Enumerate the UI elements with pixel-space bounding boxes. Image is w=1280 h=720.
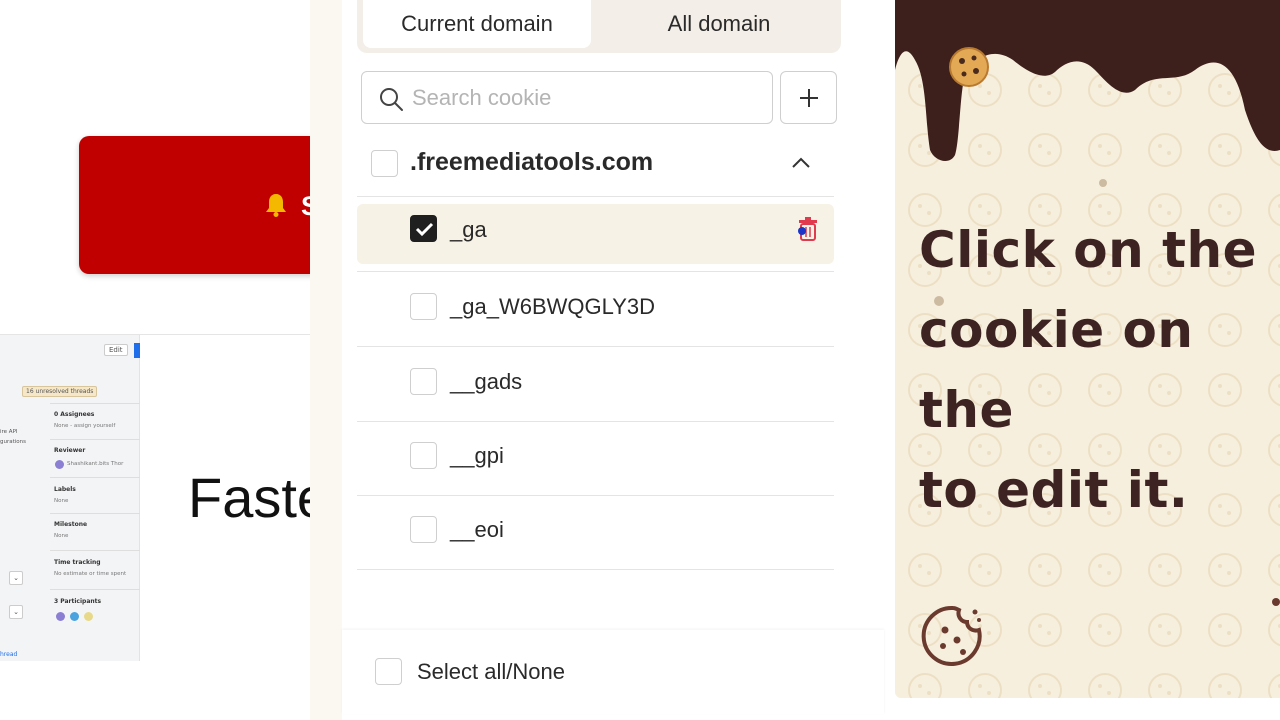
help-message-line: Click on the xyxy=(919,221,1258,279)
cookie-row[interactable]: __gpi xyxy=(357,421,834,496)
screenshot-mock-ui: Edit 16 unresolved threads 0 Assignees N… xyxy=(0,335,140,661)
cookie-name: __gpi xyxy=(450,443,504,468)
bell-icon xyxy=(266,194,286,217)
search-box xyxy=(361,71,773,124)
cookie-name: _ga_W6BWQGLY3D xyxy=(450,294,656,319)
subscribe-button[interactable]: Subscr xyxy=(79,136,310,274)
cookie-checkbox[interactable] xyxy=(410,368,437,395)
cookie-name: _ga xyxy=(450,217,487,242)
mock-participants-label: 3 Participants xyxy=(54,598,102,605)
popup-footer: Select all/None xyxy=(342,630,884,714)
background-web-page: Subscr Edit 16 unresolved threads 0 Assi… xyxy=(0,0,310,720)
help-message-line: cookie on the xyxy=(919,301,1194,439)
video-thumbnail[interactable]: Edit 16 unresolved threads 0 Assignees N… xyxy=(0,334,310,661)
add-cookie-button[interactable] xyxy=(780,71,837,124)
cookie-row[interactable]: _ga xyxy=(357,197,834,272)
tab-current-domain[interactable]: Current domain xyxy=(363,0,591,48)
mock-avatar xyxy=(70,612,79,621)
select-all-label: Select all/None xyxy=(417,659,565,684)
trash-icon[interactable] xyxy=(796,216,820,242)
cookie-row[interactable]: __eoi xyxy=(357,495,834,570)
mock-thread-link: hread xyxy=(0,651,18,658)
cookie-checkbox[interactable] xyxy=(410,215,437,242)
plus-icon xyxy=(799,88,818,107)
domain-checkbox[interactable] xyxy=(371,150,398,177)
mock-labels-value: None xyxy=(54,498,69,504)
cookie-row[interactable]: __gads xyxy=(357,347,834,422)
subscribe-label: Subscr xyxy=(301,191,310,222)
mock-threads-badge: 16 unresolved threads xyxy=(22,386,98,397)
mock-divider xyxy=(50,439,140,440)
help-panel: Click on the cookie on the to edit it. xyxy=(895,0,1280,698)
mock-left-text: gurations xyxy=(0,439,27,445)
mock-labels-label: Labels xyxy=(54,486,76,493)
search-icon xyxy=(380,88,403,111)
chevron-down-icon: ⌄ xyxy=(9,571,23,585)
tab-all-domain[interactable]: All domain xyxy=(599,0,839,48)
chevron-down-icon: ⌄ xyxy=(9,605,23,619)
cookie-icon xyxy=(949,47,989,87)
help-message-line: to edit it. xyxy=(919,461,1189,519)
bitten-cookie-icon xyxy=(921,605,982,666)
mock-divider xyxy=(50,550,140,551)
search-input[interactable] xyxy=(412,82,752,114)
mock-divider xyxy=(50,513,140,514)
mock-assignees-label: 0 Assignees xyxy=(54,411,95,418)
mock-time-tracking-value: No estimate or time spent xyxy=(54,571,127,577)
mock-left-text: ire API xyxy=(0,429,18,435)
mock-blue-button xyxy=(134,343,140,358)
cookie-checkbox[interactable] xyxy=(410,293,437,320)
checkmark-icon xyxy=(415,222,434,237)
mock-time-tracking-label: Time tracking xyxy=(54,559,101,566)
chevron-up-icon[interactable] xyxy=(789,151,813,175)
mock-divider xyxy=(50,403,140,404)
mock-assignees-value: None - assign yourself xyxy=(54,423,116,429)
mock-milestone-label: Milestone xyxy=(54,521,88,528)
domain-tabs: Current domain All domain xyxy=(357,0,841,53)
cookie-checkbox[interactable] xyxy=(410,516,437,543)
mock-divider xyxy=(50,589,140,590)
select-all-checkbox[interactable] xyxy=(375,658,402,685)
cookie-name: __eoi xyxy=(450,517,504,542)
mock-milestone-value: None xyxy=(54,533,69,539)
domain-name: .freemediatools.com xyxy=(410,148,654,176)
video-headline: Faste xyxy=(188,466,310,529)
mock-avatar xyxy=(56,612,65,621)
cookie-row[interactable]: _ga_W6BWQGLY3D xyxy=(357,272,834,347)
mock-reviewer-label: Reviewer xyxy=(54,447,86,454)
cookie-checkbox[interactable] xyxy=(410,442,437,469)
cookie-name: __gads xyxy=(450,369,523,394)
mock-reviewer-value: Shashikant.bits Thor xyxy=(67,461,124,467)
mock-edit-button: Edit xyxy=(104,344,128,356)
domain-group-header[interactable]: .freemediatools.com xyxy=(357,135,834,197)
help-message: Click on the cookie on the to edit it. xyxy=(919,210,1280,530)
mock-avatar xyxy=(55,460,64,469)
mock-divider xyxy=(50,477,140,478)
mock-avatar xyxy=(84,612,93,621)
